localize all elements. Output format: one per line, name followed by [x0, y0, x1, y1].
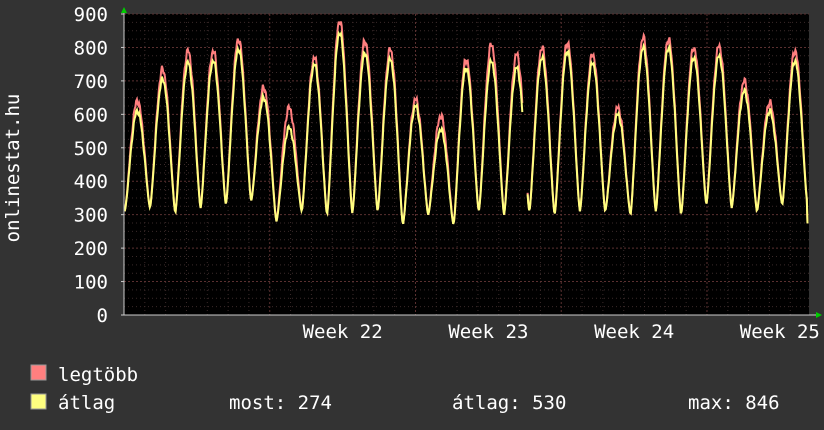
y-tick-labels: 0 100 200 300 400 500 600 700 800 900 — [74, 4, 108, 327]
y-tick-label: 900 — [74, 4, 108, 26]
x-tick-label: Week 23 — [448, 321, 528, 343]
y-axis-title: onlinestat.hu — [2, 94, 24, 243]
legend-swatch-avg — [30, 393, 47, 410]
legend: legtöbb átlag most: 274 átlag: 530 max: … — [30, 364, 780, 414]
y-tick-label: 300 — [74, 205, 108, 227]
legend-average-value: átlag: 530 — [452, 392, 566, 414]
y-tick-label: 800 — [74, 37, 108, 59]
x-tick-labels: Week 22 Week 23 Week 24 Week 25 — [303, 321, 820, 343]
x-axis-arrow — [816, 312, 822, 318]
legend-label-max: legtöbb — [58, 364, 138, 386]
legend-maximum-value: max: 846 — [688, 392, 780, 414]
x-tick-label: Week 24 — [594, 321, 674, 343]
y-tick-label: 500 — [74, 138, 108, 160]
y-tick-label: 200 — [74, 238, 108, 260]
y-tick-label: 0 — [97, 305, 108, 327]
y-tick-label: 100 — [74, 272, 108, 294]
y-tick-label: 400 — [74, 171, 108, 193]
x-tick-label: Week 22 — [303, 321, 383, 343]
legend-label-avg: átlag — [58, 392, 115, 414]
legend-current-value: most: 274 — [229, 392, 332, 414]
y-tick-label: 600 — [74, 104, 108, 126]
y-axis-arrow — [121, 7, 127, 13]
x-tick-label: Week 25 — [740, 321, 820, 343]
plot-area — [124, 14, 809, 315]
y-tick-label: 700 — [74, 71, 108, 93]
chart-canvas: 0100200300400500600700800900 Week 22 Week… — [2, 4, 822, 414]
legend-swatch-max — [30, 364, 47, 381]
chart: 0 100 200 300 400 500 600 700 800 900 Week 22 Week… — [0, 0, 824, 430]
